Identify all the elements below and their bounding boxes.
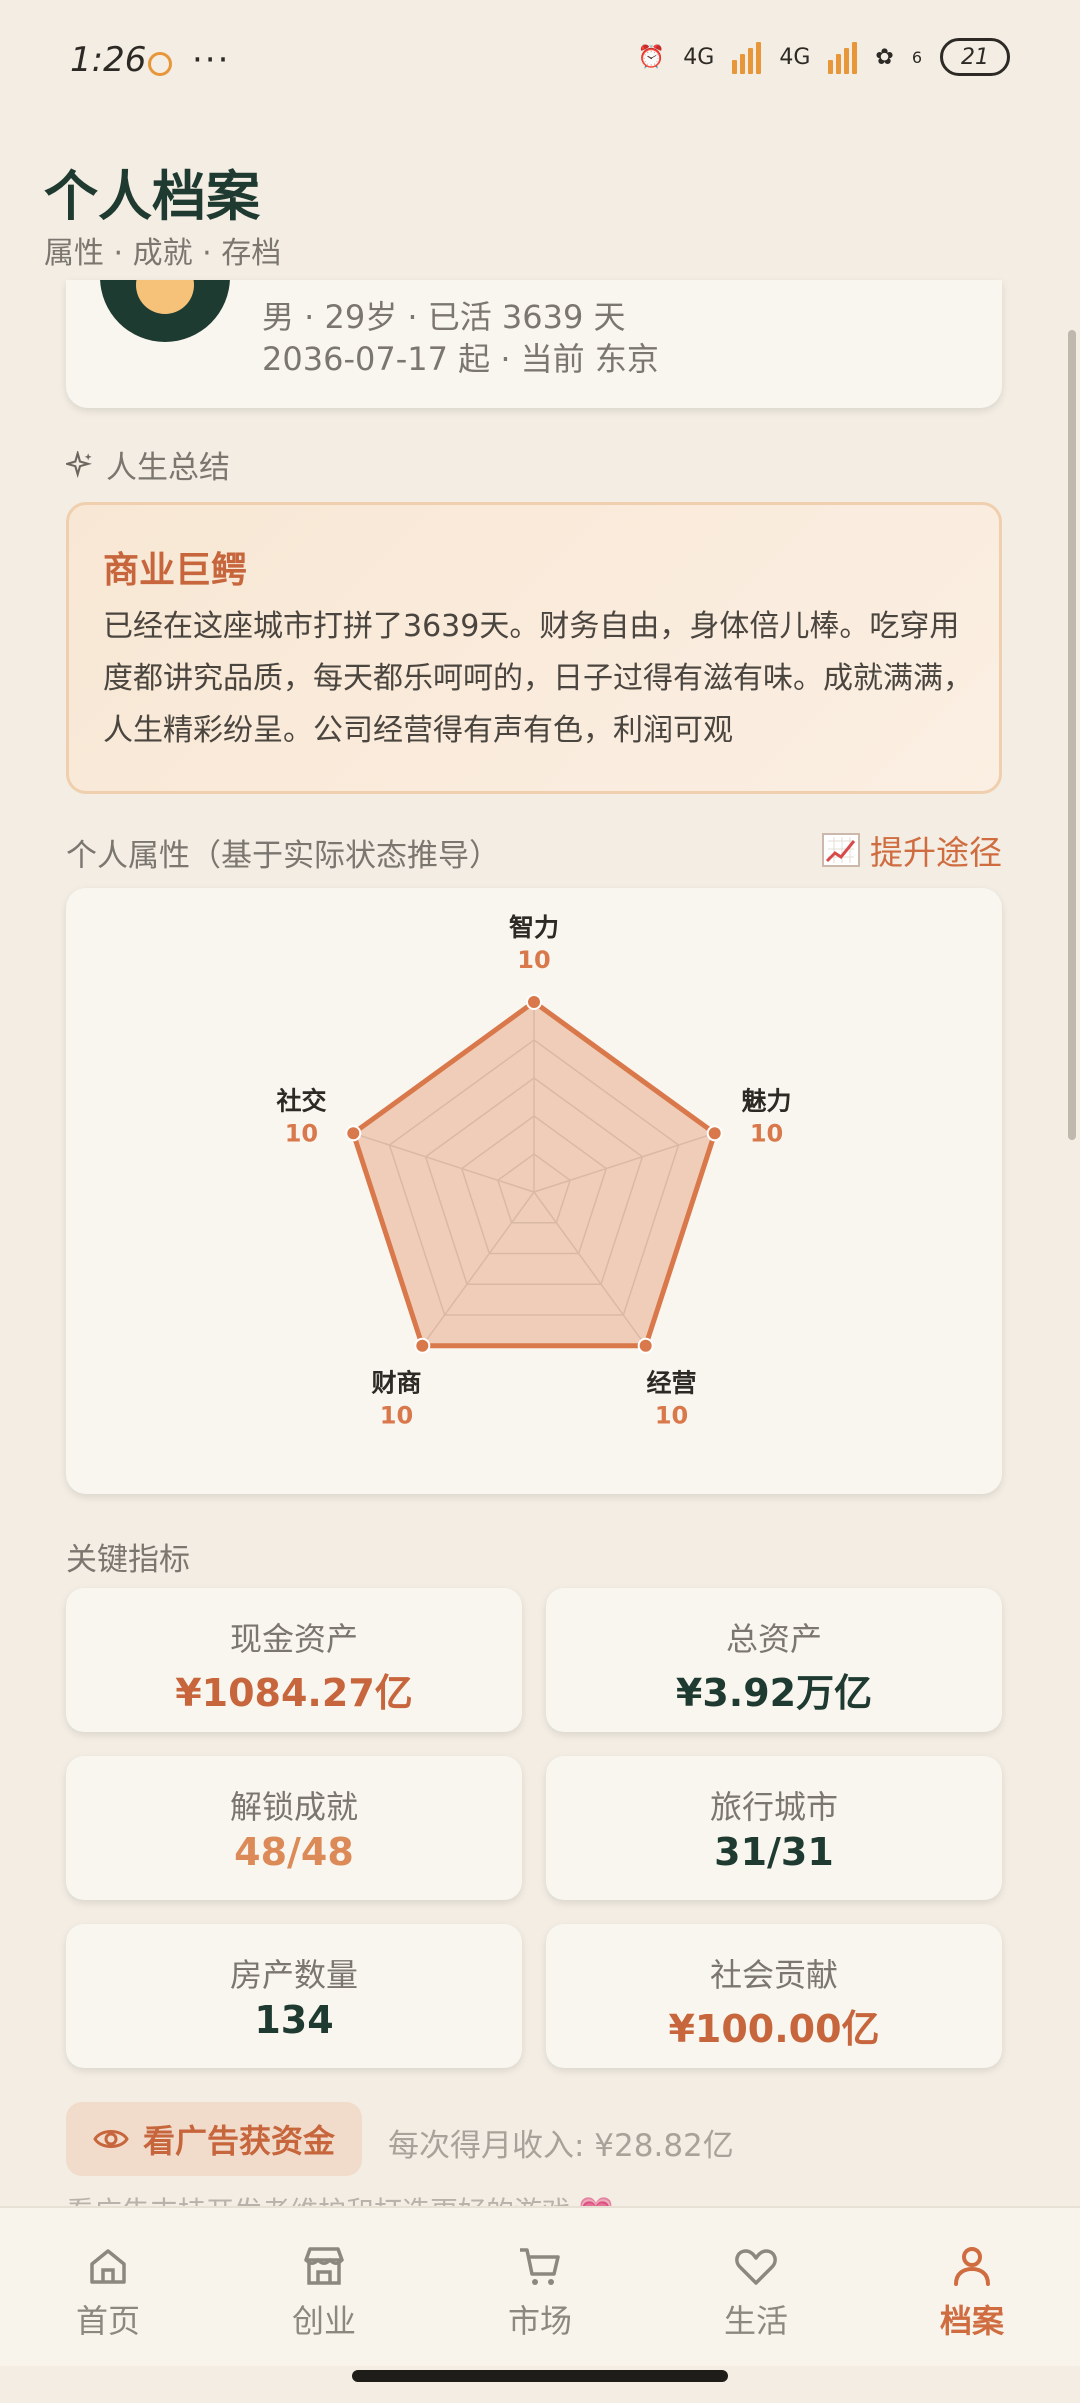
nav-item-life[interactable]: 生活: [648, 2208, 864, 2366]
watch-ad-label: 看广告获资金: [142, 2122, 335, 2160]
metric-label: 解锁成就: [229, 1788, 358, 1826]
profile-card: 男 · 29岁 · 已活 3639 天 2036-07-17 起 · 当前 东京: [66, 280, 1002, 408]
metric-value: 48/48: [234, 1830, 354, 1874]
store-icon: [304, 2247, 344, 2285]
improve-path-label: 提升途径: [870, 833, 1002, 872]
radar-point: [345, 1125, 362, 1142]
summary-title: 商业巨鳄: [103, 550, 248, 591]
profile-info: 男 · 29岁 · 已活 3639 天: [262, 298, 626, 336]
metric-card: 旅行城市 31/31: [546, 1756, 1002, 1900]
radar-chart-card: 智力 10 魅力 10 经营 10 财商 10 社交 10: [66, 888, 1002, 1494]
cart-icon: [520, 2248, 560, 2285]
nav-label-market: 市场: [507, 2302, 572, 2340]
metric-card: 总资产 ¥3.92万亿: [546, 1588, 1002, 1732]
alarm-icon: ⏰: [637, 44, 666, 70]
watch-ad-button[interactable]: 看广告获资金: [66, 2102, 362, 2176]
wifi-badge: 6: [911, 47, 922, 67]
person-icon: [954, 2247, 990, 2286]
radar-label: 智力: [509, 913, 559, 942]
network-label-2: 4G: [779, 44, 811, 70]
home-indicator[interactable]: [352, 2370, 728, 2382]
nav-label-startup: 创业: [291, 2302, 356, 2340]
metric-label: 现金资产: [229, 1620, 358, 1658]
battery-icon: 21: [940, 38, 1010, 76]
metric-card: 现金资产 ¥1084.27亿: [66, 1588, 522, 1732]
network-label-1: 4G: [683, 44, 715, 70]
chart-up-icon: [822, 833, 860, 867]
radar-value: 10: [380, 1401, 413, 1429]
wifi-icon: ✿: [875, 44, 894, 70]
sparkle-icon: [66, 450, 92, 478]
eye-icon: [93, 2130, 129, 2148]
radar-point: [706, 1125, 723, 1142]
signal-icon: [732, 40, 762, 74]
metric-label: 旅行城市: [709, 1788, 838, 1826]
radar-value: 10: [285, 1120, 318, 1148]
radar-point: [526, 994, 542, 1010]
radar-point: [414, 1337, 431, 1354]
radar-point: [637, 1337, 654, 1354]
page-title: 个人档案: [44, 164, 260, 228]
radar-value: 10: [655, 1401, 688, 1429]
metric-card: 社会贡献 ¥100.00亿: [546, 1924, 1002, 2068]
metric-label: 总资产: [725, 1620, 822, 1658]
scrollbar[interactable]: [1068, 330, 1076, 1140]
signal-icon-2: [828, 40, 858, 74]
profile-origin: 2036-07-17 起 · 当前 东京: [262, 340, 659, 378]
radar-label: 经营: [647, 1368, 697, 1397]
nav-label-profile: 档案: [939, 2302, 1004, 2340]
nav-item-market[interactable]: 市场: [432, 2208, 648, 2366]
radar-value: 10: [750, 1120, 783, 1148]
bottom-nav: 首页 创业 市场 生活 档案: [0, 2206, 1080, 2366]
metric-value: ¥3.92万亿: [675, 1671, 873, 1715]
summary-section-label: 人生总结: [66, 442, 230, 487]
metrics-label: 关键指标: [66, 1542, 190, 1578]
metric-value: 134: [254, 1998, 334, 2042]
metric-value: ¥100.00亿: [668, 2007, 880, 2051]
heart-icon: [735, 2249, 777, 2285]
attributes-label: 个人属性（基于实际状态推导）: [66, 838, 500, 874]
summary-label: 人生总结: [106, 450, 230, 486]
more-notifications-icon: ···: [192, 40, 231, 80]
battery-level: 21: [961, 44, 989, 70]
home-icon: [90, 2249, 126, 2284]
summary-card: 商业巨鳄 已经在这座城市打拼了3639天。财务自由，身体倍儿棒。吃穿用度都讲究品…: [66, 502, 1002, 794]
metric-card: 房产数量 134: [66, 1924, 522, 2068]
nav-label-home: 首页: [75, 2302, 140, 2340]
metric-value: ¥1084.27亿: [175, 1671, 413, 1715]
status-time: 1:26: [70, 40, 147, 80]
summary-text: 已经在这座城市打拼了3639天。财务自由，身体倍儿棒。吃穿用度都讲究品质，每天都…: [103, 609, 973, 748]
notification-icon: [148, 52, 172, 76]
status-indicators: ⏰ 4G 4G ✿ 6 21: [638, 38, 1010, 76]
ad-reward-note: 每次得月收入: ¥28.82亿: [388, 2128, 734, 2164]
nav-item-startup[interactable]: 创业: [216, 2208, 432, 2366]
page-subtitle: 属性 · 成就 · 存档: [44, 236, 282, 271]
radar-label: 社交: [276, 1087, 326, 1116]
metric-label: 房产数量: [229, 1956, 358, 1994]
radar-value: 10: [517, 946, 550, 974]
nav-label-life: 生活: [723, 2302, 788, 2340]
improve-path-link[interactable]: 提升途径: [822, 826, 1002, 874]
nav-item-home[interactable]: 首页: [0, 2208, 216, 2366]
avatar: [100, 280, 230, 342]
radar-chart: 智力 10 魅力 10 经营 10 财商 10 社交 10: [276, 913, 792, 1429]
radar-label: 魅力: [742, 1087, 792, 1116]
metric-label: 社会贡献: [709, 1956, 838, 1994]
nav-item-profile[interactable]: 档案: [864, 2208, 1080, 2366]
metric-value: 31/31: [714, 1830, 834, 1874]
radar-label: 财商: [371, 1368, 421, 1397]
metric-card: 解锁成就 48/48: [66, 1756, 522, 1900]
